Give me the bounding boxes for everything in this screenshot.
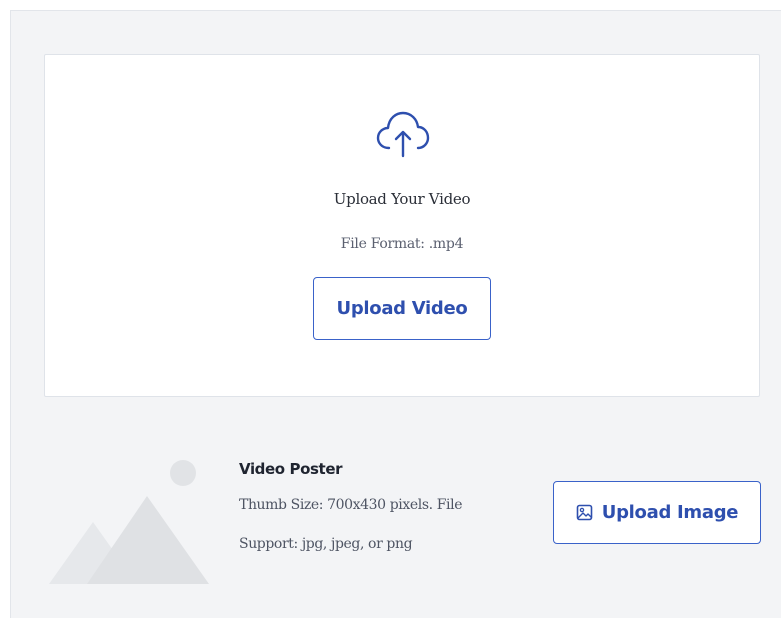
upload-title: Upload Your Video (333, 190, 471, 208)
video-poster-title: Video Poster (239, 460, 343, 478)
video-upload-card: Upload Your Video File Format: .mp4 Uplo… (44, 54, 760, 397)
image-icon (576, 504, 593, 521)
poster-description-line2: Support: jpg, jpeg, or png (239, 536, 413, 552)
cloud-upload-icon (376, 111, 430, 158)
image-placeholder-icon (49, 460, 209, 584)
upload-panel: Upload Your Video File Format: .mp4 Uplo… (10, 10, 781, 618)
upload-video-button[interactable]: Upload Video (313, 277, 491, 340)
upload-image-button[interactable]: Upload Image (553, 481, 761, 544)
upload-image-label: Upload Image (601, 502, 739, 523)
file-format-text: File Format: .mp4 (340, 236, 464, 252)
poster-description-line1: Thumb Size: 700x430 pixels. File (239, 497, 463, 513)
